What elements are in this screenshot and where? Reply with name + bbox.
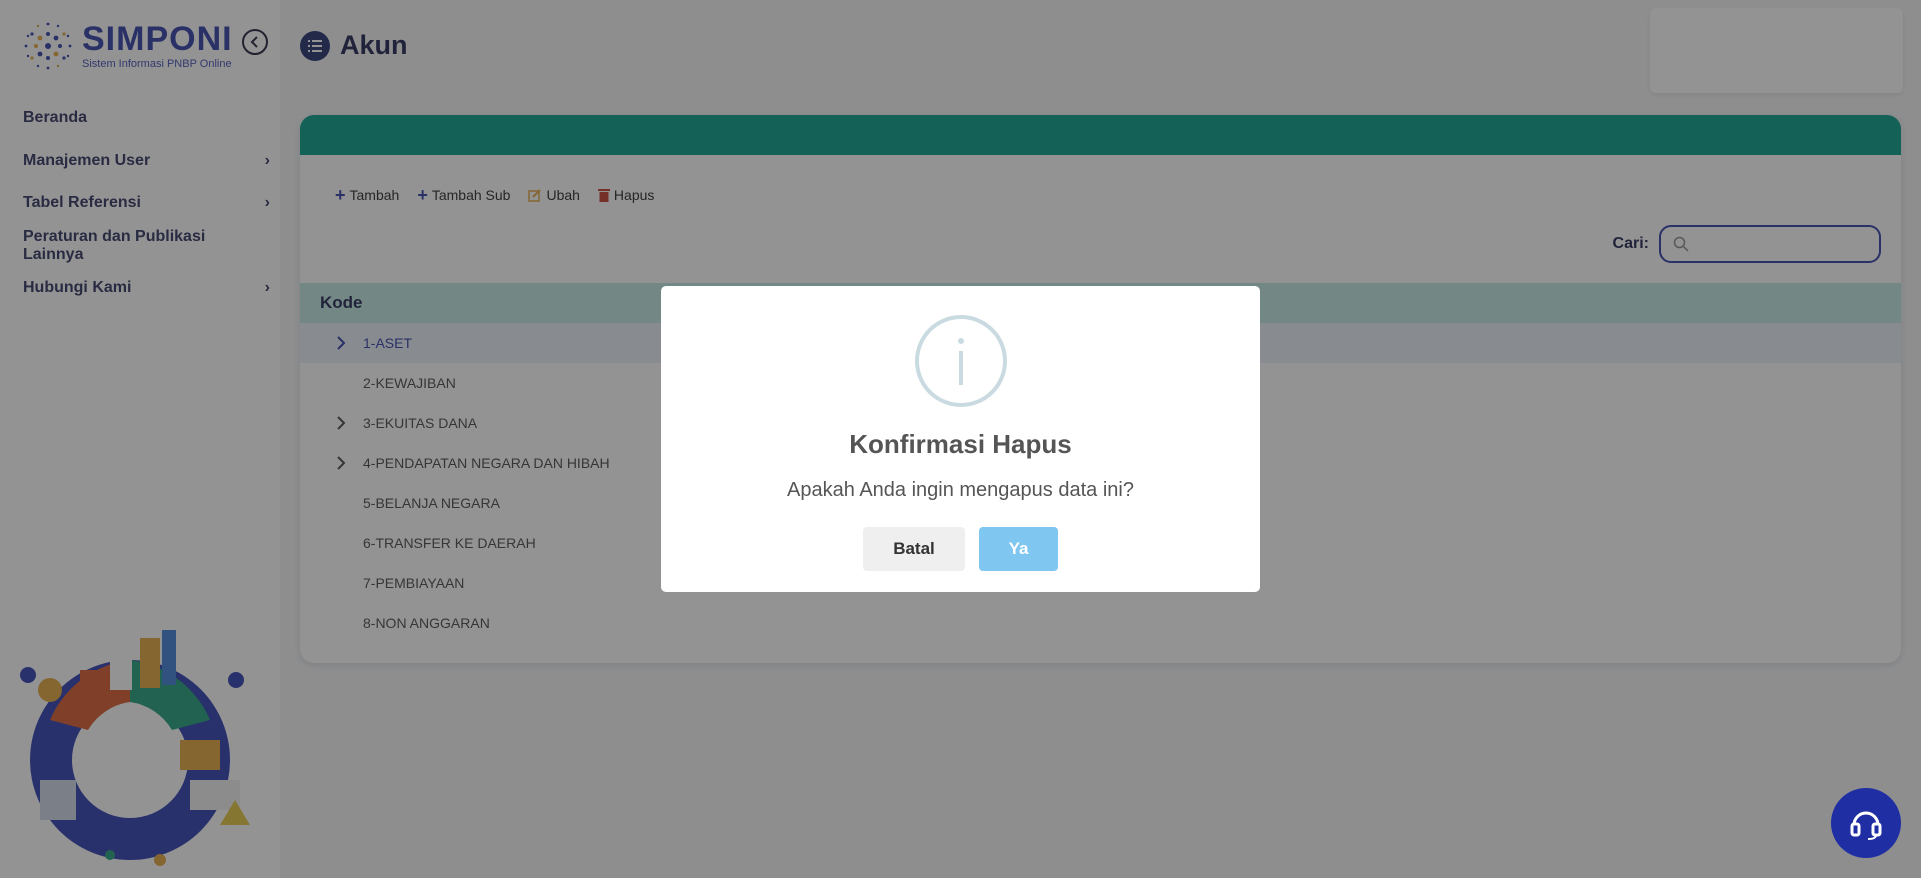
dialog-title: Konfirmasi Hapus [849, 429, 1072, 459]
info-icon [915, 315, 1007, 407]
help-button[interactable] [1831, 788, 1901, 858]
cancel-button[interactable]: Batal [863, 527, 965, 571]
dialog-message: Apakah Anda ingin mengapus data ini? [787, 479, 1134, 501]
confirm-delete-dialog: Konfirmasi Hapus Apakah Anda ingin menga… [661, 286, 1260, 592]
headset-icon [1850, 811, 1882, 840]
confirm-button[interactable]: Ya [979, 527, 1058, 571]
